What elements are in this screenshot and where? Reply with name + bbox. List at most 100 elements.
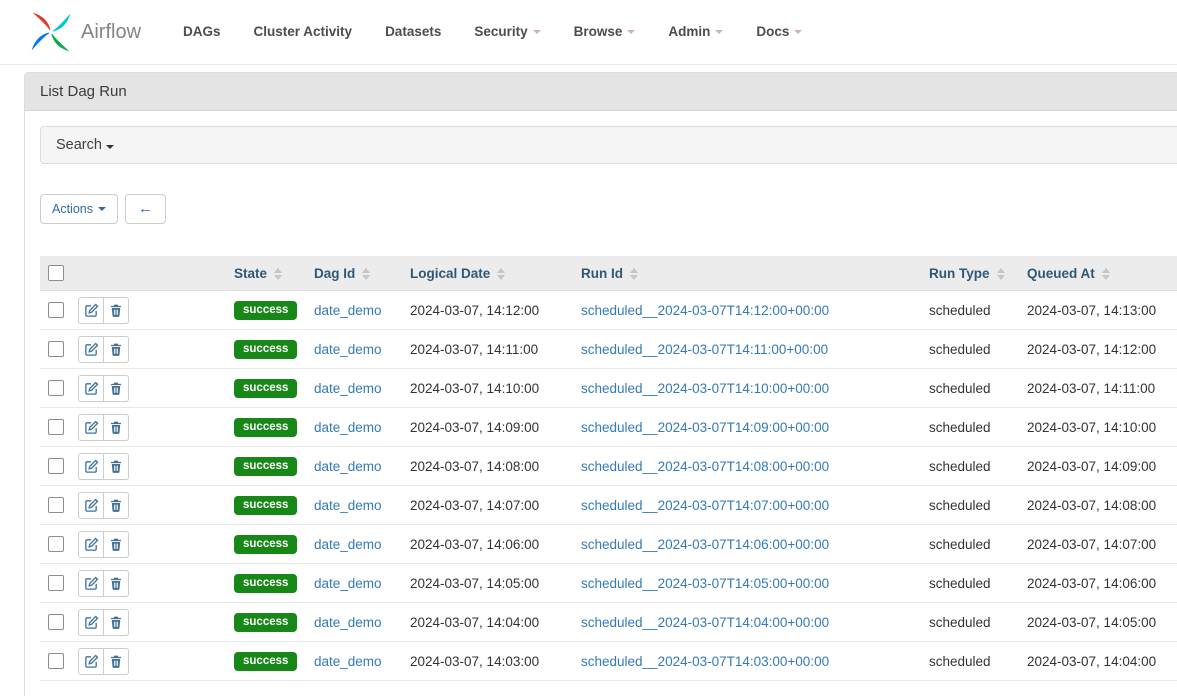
edit-button[interactable] — [78, 492, 104, 519]
dag-id-link[interactable]: date_demo — [314, 576, 382, 591]
run-id-link[interactable]: scheduled__2024-03-07T14:11:00+00:00 — [581, 342, 828, 357]
logical-date-cell: 2024-03-07, 14:05:00 — [402, 564, 573, 603]
run-id-link[interactable]: scheduled__2024-03-07T14:05:00+00:00 — [581, 576, 829, 591]
dag-id-link[interactable]: date_demo — [314, 615, 382, 630]
edit-button[interactable] — [78, 453, 104, 480]
row-checkbox[interactable] — [48, 380, 64, 396]
table-row: success date_demo 2024-03-07, 14:09:00 s… — [40, 408, 1177, 447]
select-all-header-cell — [40, 256, 70, 291]
edit-button[interactable] — [78, 414, 104, 441]
delete-button[interactable] — [103, 336, 129, 363]
actions-dropdown-button[interactable]: Actions — [40, 194, 118, 224]
table-row: success date_demo 2024-03-07, 14:08:00 s… — [40, 447, 1177, 486]
trash-icon — [109, 654, 123, 669]
run-id-link[interactable]: scheduled__2024-03-07T14:04:00+00:00 — [581, 615, 829, 630]
delete-button[interactable] — [103, 531, 129, 558]
run-id-link[interactable]: scheduled__2024-03-07T14:09:00+00:00 — [581, 420, 829, 435]
dag-id-link[interactable]: date_demo — [314, 654, 382, 669]
trash-icon — [109, 498, 123, 513]
row-checkbox[interactable] — [48, 302, 64, 318]
delete-button[interactable] — [103, 375, 129, 402]
dag-id-link[interactable]: date_demo — [314, 303, 382, 318]
state-badge: success — [234, 574, 297, 593]
run-id-link[interactable]: scheduled__2024-03-07T14:10:00+00:00 — [581, 381, 829, 396]
column-header-queued-at[interactable]: Queued At — [1019, 256, 1177, 291]
row-checkbox[interactable] — [48, 419, 64, 435]
edit-button[interactable] — [78, 336, 104, 363]
chevron-down-icon — [98, 207, 106, 211]
navbar-menu: DAGs Cluster Activity Datasets Security Brow… — [183, 23, 802, 41]
delete-button[interactable] — [103, 609, 129, 636]
row-actions — [78, 609, 129, 636]
row-actions — [78, 648, 129, 675]
edit-button[interactable] — [78, 648, 104, 675]
row-actions — [78, 570, 129, 597]
delete-button[interactable] — [103, 453, 129, 480]
nav-item-dags[interactable]: DAGs — [183, 24, 221, 39]
nav-item-admin[interactable]: Admin — [668, 24, 723, 39]
dag-id-link[interactable]: date_demo — [314, 498, 382, 513]
column-header-run-type[interactable]: Run Type — [921, 256, 1019, 291]
edit-button[interactable] — [78, 297, 104, 324]
row-checkbox[interactable] — [48, 575, 64, 591]
delete-button[interactable] — [103, 648, 129, 675]
table-row: success date_demo 2024-03-07, 14:11:00 s… — [40, 330, 1177, 369]
page-content: List Dag Run Search Actions ← — [0, 65, 1177, 696]
edit-button[interactable] — [78, 531, 104, 558]
dag-id-link[interactable]: date_demo — [314, 537, 382, 552]
delete-button[interactable] — [103, 492, 129, 519]
select-all-checkbox[interactable] — [48, 265, 64, 281]
trash-icon — [109, 537, 123, 552]
search-collapse-toggle[interactable]: Search — [40, 126, 1177, 164]
run-id-link[interactable]: scheduled__2024-03-07T14:12:00+00:00 — [581, 303, 829, 318]
dag-run-table: StateDag Id Logical Date Run Id Run Type Que… — [40, 256, 1177, 681]
row-checkbox[interactable] — [48, 614, 64, 630]
nav-item-browse[interactable]: Browse — [574, 24, 636, 39]
nav-item-cluster-activity[interactable]: Cluster Activity — [254, 24, 353, 39]
column-header-dag-id[interactable]: Dag Id — [306, 256, 402, 291]
airflow-brand-link[interactable]: Airflow — [28, 9, 141, 55]
search-label: Search — [56, 137, 102, 153]
edit-pencil-icon — [84, 615, 99, 630]
dag-id-link[interactable]: date_demo — [314, 420, 382, 435]
table-row: success date_demo 2024-03-07, 14:04:00 s… — [40, 603, 1177, 642]
column-label: Run Type — [929, 266, 990, 281]
run-id-link[interactable]: scheduled__2024-03-07T14:08:00+00:00 — [581, 459, 829, 474]
run-type-cell: scheduled — [921, 642, 1019, 681]
column-label: Logical Date — [410, 266, 490, 281]
trash-icon — [109, 381, 123, 396]
nav-item-security[interactable]: Security — [474, 24, 540, 39]
delete-button[interactable] — [103, 414, 129, 441]
row-checkbox[interactable] — [48, 653, 64, 669]
table-header-row: StateDag Id Logical Date Run Id Run Type Que… — [40, 256, 1177, 291]
queued-at-cell: 2024-03-07, 14:12:00 — [1019, 330, 1177, 369]
column-header-run-id[interactable]: Run Id — [573, 256, 921, 291]
delete-button[interactable] — [103, 570, 129, 597]
nav-item-docs[interactable]: Docs — [756, 24, 802, 39]
dag-id-link[interactable]: date_demo — [314, 381, 382, 396]
row-checkbox[interactable] — [48, 341, 64, 357]
edit-button[interactable] — [78, 570, 104, 597]
dag-id-link[interactable]: date_demo — [314, 459, 382, 474]
run-id-link[interactable]: scheduled__2024-03-07T14:07:00+00:00 — [581, 498, 829, 513]
delete-button[interactable] — [103, 297, 129, 324]
run-id-link[interactable]: scheduled__2024-03-07T14:06:00+00:00 — [581, 537, 829, 552]
list-dag-run-panel: List Dag Run Search Actions ← — [24, 72, 1177, 696]
back-button[interactable]: ← — [125, 194, 166, 224]
panel-body: Search Actions ← — [25, 111, 1177, 696]
run-id-link[interactable]: scheduled__2024-03-07T14:03:00+00:00 — [581, 654, 829, 669]
dag-id-link[interactable]: date_demo — [314, 342, 382, 357]
column-header-logical-date[interactable]: Logical Date — [402, 256, 573, 291]
run-type-cell: scheduled — [921, 408, 1019, 447]
run-type-cell: scheduled — [921, 291, 1019, 330]
edit-button[interactable] — [78, 609, 104, 636]
column-header-state[interactable]: State — [226, 256, 306, 291]
table-row: success date_demo 2024-03-07, 14:06:00 s… — [40, 525, 1177, 564]
run-type-cell: scheduled — [921, 447, 1019, 486]
row-actions — [78, 336, 129, 363]
edit-button[interactable] — [78, 375, 104, 402]
row-checkbox[interactable] — [48, 458, 64, 474]
row-checkbox[interactable] — [48, 536, 64, 552]
row-checkbox[interactable] — [48, 497, 64, 513]
nav-item-datasets[interactable]: Datasets — [385, 24, 441, 39]
